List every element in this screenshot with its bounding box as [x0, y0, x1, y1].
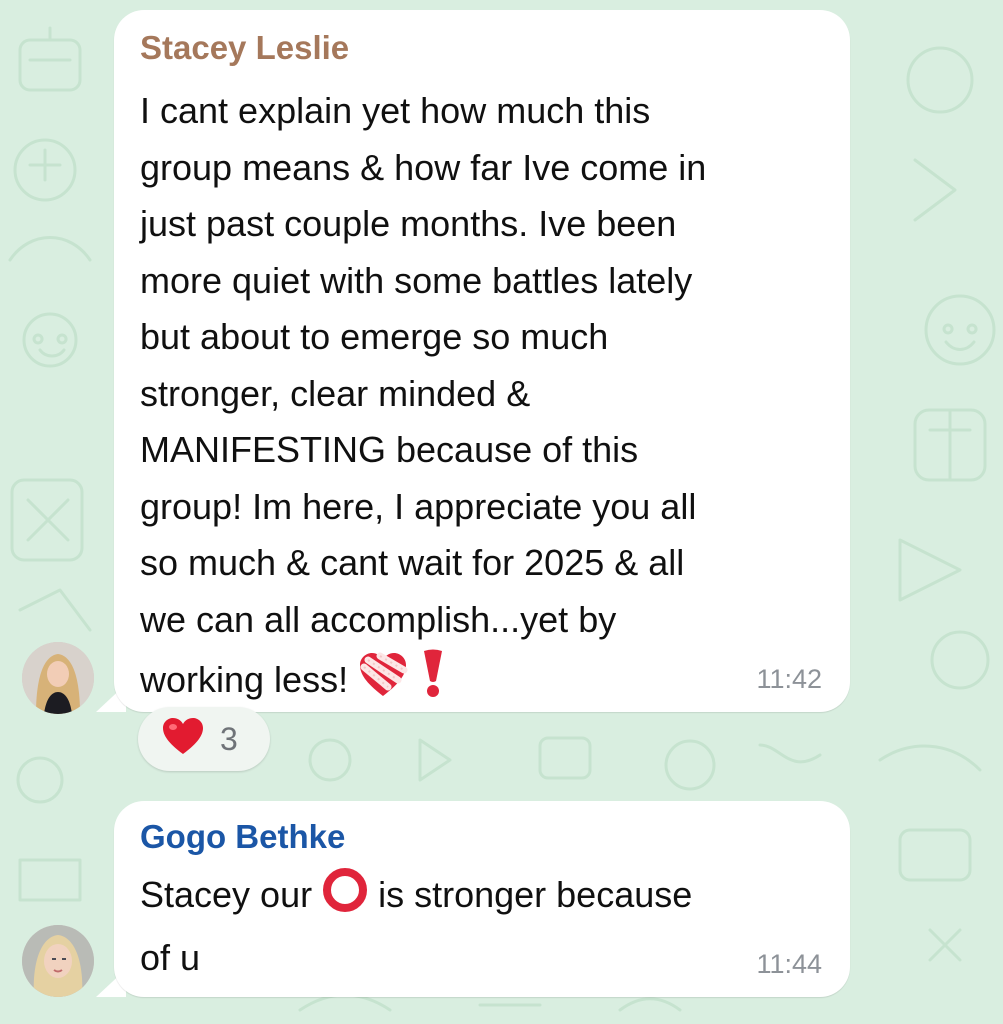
message-text: I cant explain yet how much this group m… — [140, 83, 826, 715]
message-body: I cant explain yet how much this group m… — [140, 90, 707, 700]
red-heart-emoji — [162, 717, 204, 761]
message-timestamp: 11:44 — [756, 949, 822, 979]
reaction-chip[interactable]: 3 — [138, 707, 270, 771]
reaction-count: 3 — [220, 720, 238, 757]
red-circle-emoji — [322, 867, 368, 930]
message-bubble[interactable]: Gogo Bethke Stacey our is stronger becau… — [114, 801, 850, 997]
message-text: Stacey our is stronger because of u — [140, 867, 826, 986]
message-bubble[interactable]: Stacey Leslie I cant explain yet how muc… — [114, 10, 850, 712]
message-body-start: Stacey our — [140, 874, 323, 915]
avatar-photo — [22, 642, 94, 714]
avatar-photo — [22, 925, 94, 997]
message-timestamp: 11:42 — [756, 664, 822, 694]
sender-name[interactable]: Gogo Bethke — [140, 817, 826, 857]
avatar[interactable] — [22, 642, 94, 714]
sender-name[interactable]: Stacey Leslie — [140, 28, 826, 68]
avatar[interactable] — [22, 925, 94, 997]
red-exclamation-emoji — [418, 648, 448, 715]
mending-heart-emoji — [358, 652, 408, 715]
